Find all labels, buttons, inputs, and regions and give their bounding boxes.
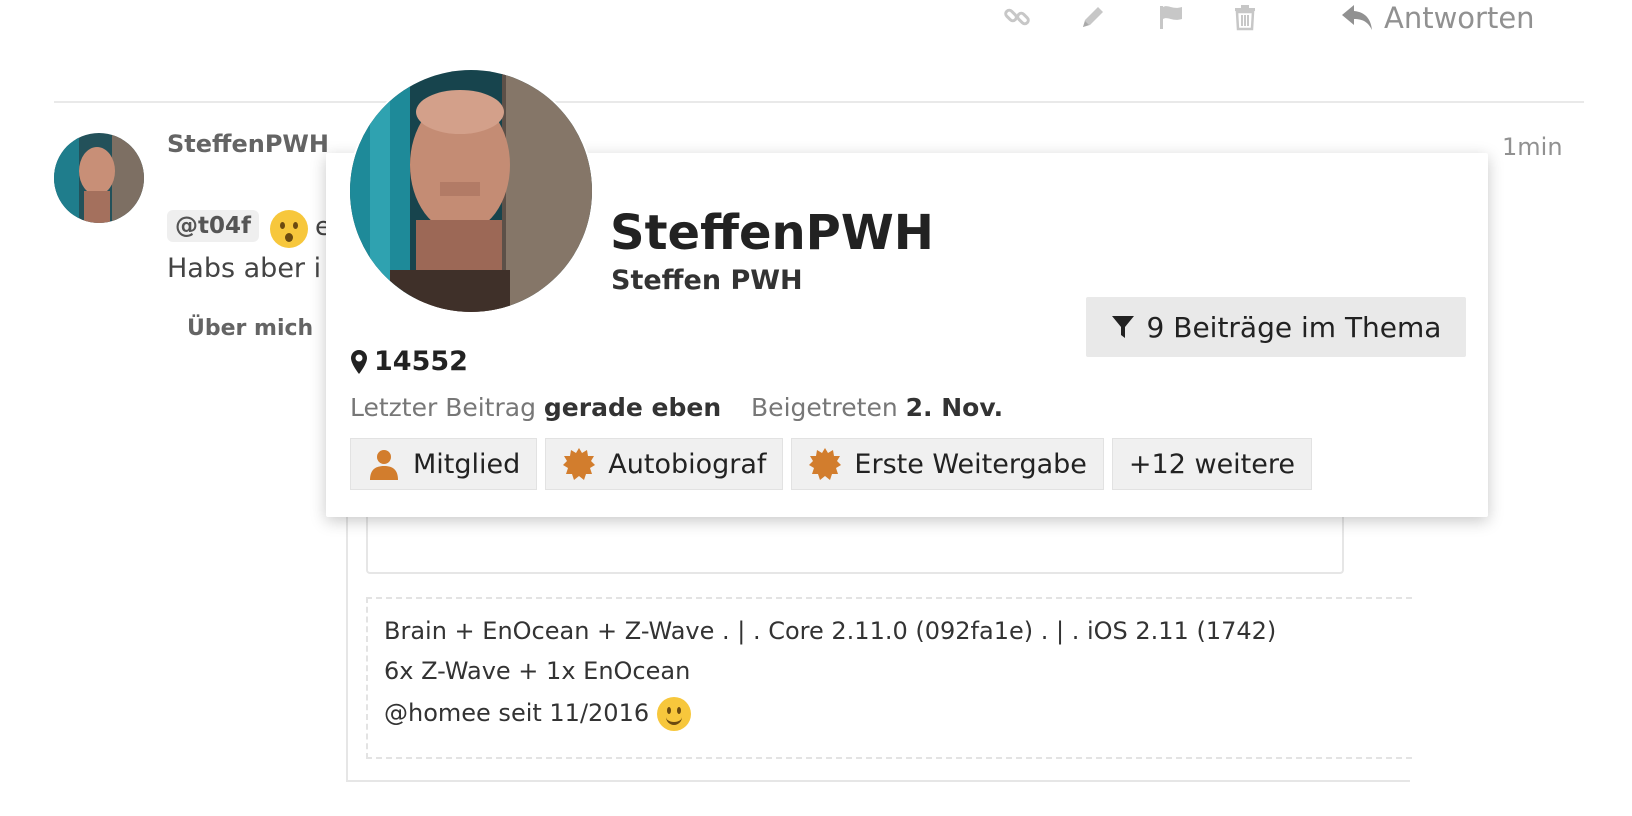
topic-posts-button[interactable]: 9 Beiträge im Thema: [1086, 297, 1466, 357]
signature: Brain + EnOcean + Z-Wave . | . Core 2.11…: [366, 597, 1412, 759]
hushed-emoji-icon: [270, 210, 308, 248]
badge-list: Mitglied Autobiograf Erste Weitergabe +1…: [350, 438, 1312, 490]
post-avatar[interactable]: [54, 133, 144, 223]
post-border: [346, 780, 1410, 782]
post-username[interactable]: SteffenPWH: [167, 130, 329, 158]
badge-label: Mitglied: [413, 448, 521, 480]
location-text: 14552: [374, 346, 468, 377]
post-actions: Antworten: [1000, 0, 1560, 40]
joined-label: Beigetreten: [751, 393, 898, 422]
user-profile-card: SteffenPWH Steffen PWH 9 Beiträge im The…: [326, 70, 1488, 517]
badge-erste-weitergabe[interactable]: Erste Weitergabe: [791, 438, 1104, 490]
post-border: [346, 500, 348, 782]
badge-label: Autobiograf: [608, 448, 767, 480]
user-icon: [370, 450, 398, 480]
reply-label: Antworten: [1384, 1, 1535, 35]
post-text-line: Habs aber i: [167, 253, 322, 284]
post-time[interactable]: 1min: [1502, 133, 1563, 161]
map-marker-icon: [351, 349, 367, 374]
reply-button[interactable]: Antworten: [1340, 0, 1535, 36]
last-post-value: gerade eben: [543, 393, 722, 422]
profile-location: 14552: [350, 346, 468, 377]
filter-icon: [1111, 316, 1134, 338]
about-me-link[interactable]: Über mich: [187, 316, 313, 341]
last-post-label: Letzter Beitrag: [350, 393, 536, 422]
user-mention[interactable]: @t04f: [167, 210, 260, 242]
badge-mitglied[interactable]: Mitglied: [350, 438, 538, 490]
topic-posts-label: 9 Beiträge im Thema: [1146, 310, 1442, 344]
pencil-icon[interactable]: [1076, 0, 1110, 34]
joined-value: 2. Nov.: [905, 393, 1004, 422]
signature-line: 6x Z-Wave + 1x EnOcean: [384, 657, 691, 685]
signature-text: @homee seit 11/2016: [384, 699, 650, 727]
profile-avatar[interactable]: [350, 70, 592, 312]
signature-line: Brain + EnOcean + Z-Wave . | . Core 2.11…: [384, 617, 1277, 645]
badge-autobiograf[interactable]: Autobiograf: [545, 438, 784, 490]
certificate-icon: [563, 448, 596, 480]
signature-line: @homee seit 11/2016: [384, 697, 692, 731]
profile-meta: Letzter Beitrag gerade eben Beigetreten …: [350, 393, 1003, 422]
badge-label: +12 weitere: [1128, 448, 1295, 480]
profile-username[interactable]: SteffenPWH: [610, 205, 934, 261]
more-badges-button[interactable]: +12 weitere: [1111, 438, 1312, 490]
smile-emoji-icon: [657, 697, 692, 731]
trash-icon[interactable]: [1228, 0, 1262, 34]
flag-icon[interactable]: [1154, 0, 1188, 34]
badge-label: Erste Weitergabe: [854, 448, 1087, 480]
certificate-icon: [809, 448, 842, 480]
link-icon[interactable]: [1000, 0, 1034, 34]
divider: [54, 101, 1584, 103]
reply-icon: [1342, 5, 1372, 30]
profile-full-name: Steffen PWH: [611, 265, 803, 296]
